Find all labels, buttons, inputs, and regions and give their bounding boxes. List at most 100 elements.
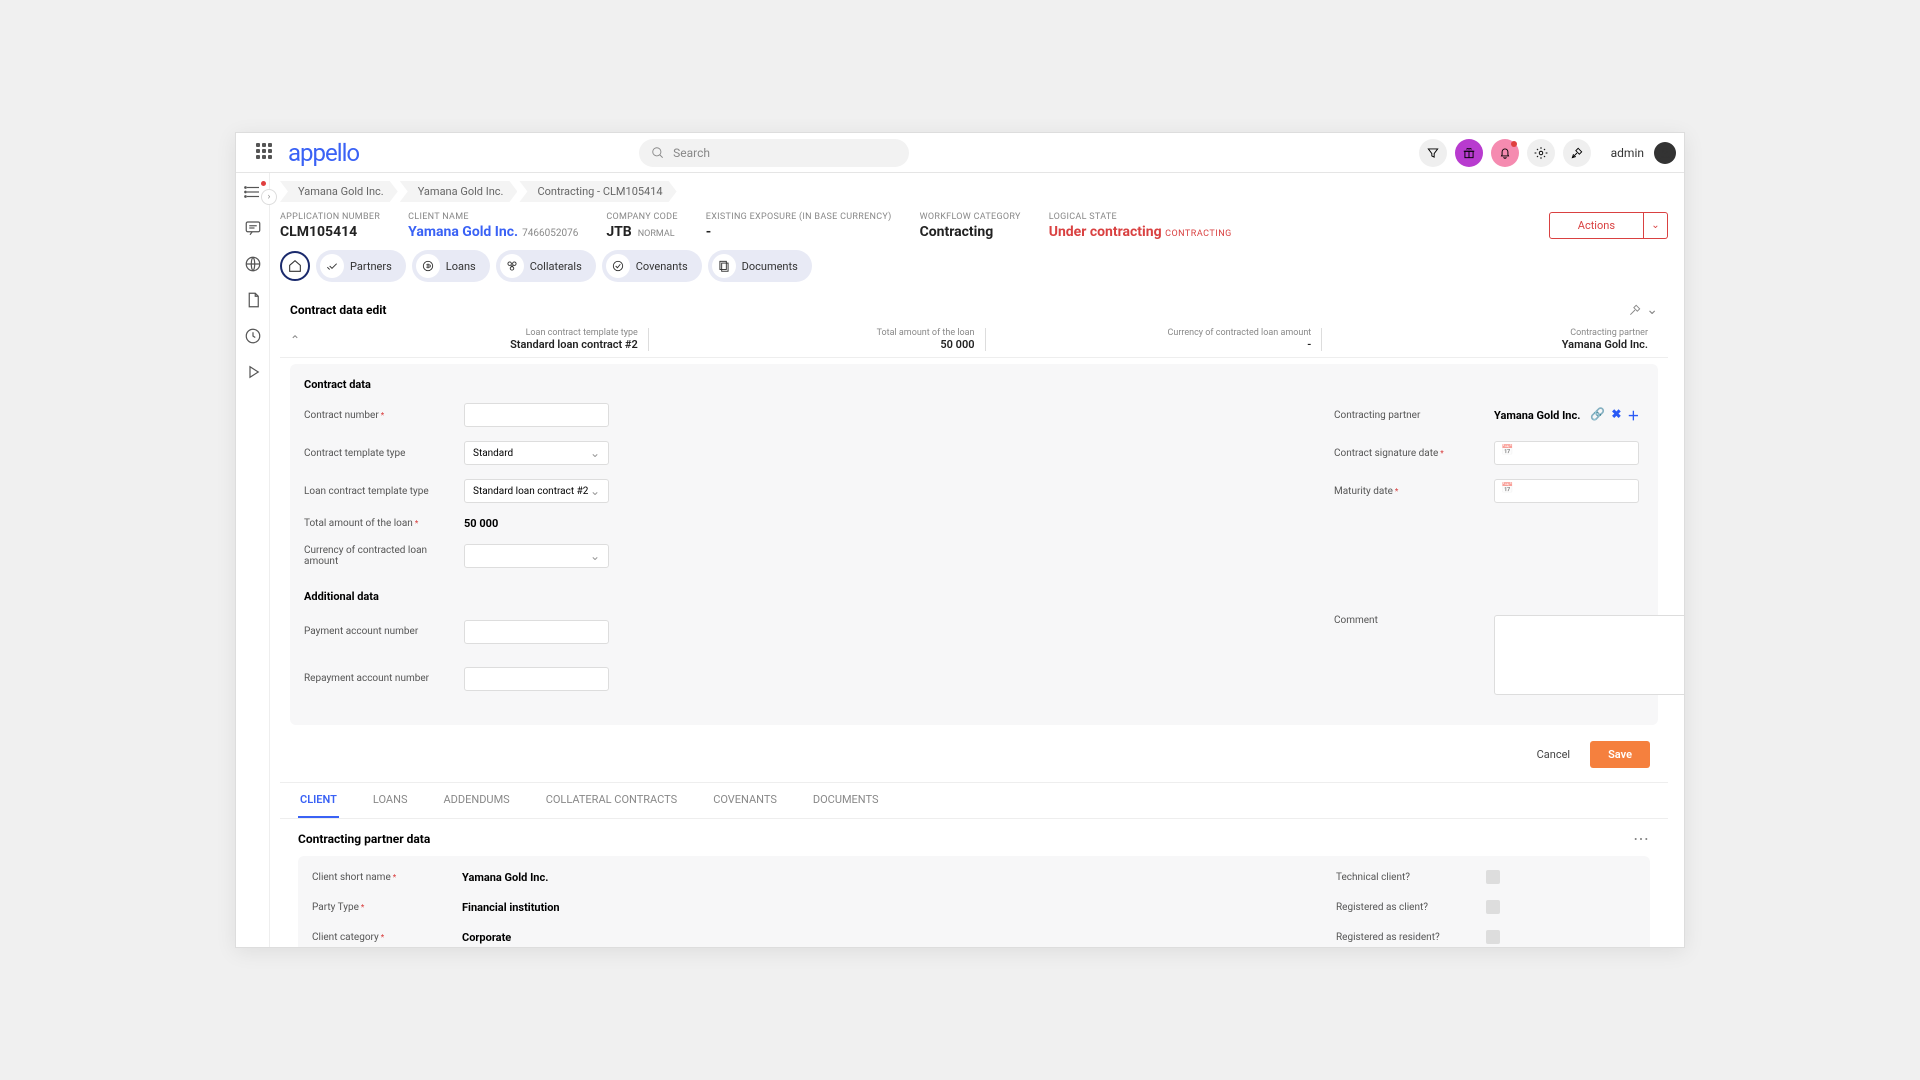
tab-client[interactable]: CLIENT bbox=[298, 783, 339, 818]
pill-documents[interactable]: Documents bbox=[708, 250, 812, 282]
app-number-label: APPLICATION NUMBER bbox=[280, 212, 380, 222]
button-row: Cancel Save bbox=[280, 731, 1668, 783]
search-input[interactable]: Search bbox=[639, 139, 909, 167]
topbar-right: admin bbox=[1419, 139, 1676, 167]
section-title-row: Contract data edit ⌄ bbox=[280, 296, 1668, 324]
apps-grid-icon[interactable] bbox=[256, 143, 276, 163]
tabs: CLIENT LOANS ADDENDUMS COLLATERAL CONTRA… bbox=[280, 783, 1668, 819]
user-area[interactable]: admin bbox=[1611, 142, 1676, 164]
pill-covenants[interactable]: Covenants bbox=[602, 250, 702, 282]
client-name-link[interactable]: Yamana Gold Inc.7466052076 bbox=[408, 224, 578, 240]
gear-icon[interactable] bbox=[1527, 139, 1555, 167]
tab-addendums[interactable]: ADDENDUMS bbox=[442, 783, 512, 818]
signature-date-input[interactable] bbox=[1494, 441, 1639, 465]
content-area: › Yamana Gold Inc. Yamana Gold Inc. Cont… bbox=[236, 173, 1684, 947]
pill-partners[interactable]: Partners bbox=[316, 250, 406, 282]
breadcrumb: Yamana Gold Inc. Yamana Gold Inc. Contra… bbox=[280, 181, 1668, 202]
gift-icon[interactable] bbox=[1455, 139, 1483, 167]
template-type-select[interactable]: Standard bbox=[464, 441, 609, 465]
tab-collateral[interactable]: COLLATERAL CONTRACTS bbox=[544, 783, 679, 818]
template-type-label: Contract template type bbox=[304, 448, 454, 459]
pill-loans[interactable]: Loans bbox=[412, 250, 490, 282]
short-name-label: Client short name bbox=[312, 872, 462, 883]
breadcrumb-item[interactable]: Yamana Gold Inc. bbox=[280, 181, 398, 202]
repayment-acc-input[interactable] bbox=[464, 667, 609, 691]
tab-documents[interactable]: DOCUMENTS bbox=[811, 783, 881, 818]
cancel-button[interactable]: Cancel bbox=[1527, 741, 1580, 768]
client-category-value: Corporate bbox=[462, 931, 662, 944]
maturity-date-input[interactable] bbox=[1494, 479, 1639, 503]
signature-date-label: Contract signature date bbox=[1334, 448, 1484, 459]
filter-icon[interactable] bbox=[1419, 139, 1447, 167]
client-name-label: CLIENT NAME bbox=[408, 212, 578, 222]
section-title: Contract data edit bbox=[290, 303, 386, 317]
workflow-category: Contracting bbox=[920, 224, 1021, 240]
form-heading-contract: Contract data bbox=[304, 378, 1644, 391]
contracting-partner-label: Contracting partner bbox=[1334, 410, 1484, 421]
client-category-label: Client category bbox=[312, 932, 462, 943]
client-section-title: Contracting partner data bbox=[298, 832, 430, 846]
actions-dropdown-icon[interactable]: ⌄ bbox=[1644, 212, 1668, 239]
partner-chip: Yamana Gold Inc. 🔗 ✖ ＋ bbox=[1494, 407, 1644, 424]
more-icon[interactable]: ⋯ bbox=[1633, 829, 1650, 848]
link-icon[interactable]: 🔗 bbox=[1590, 407, 1605, 424]
loan-template-select[interactable]: Standard loan contract #2 bbox=[464, 479, 609, 503]
loan-template-label: Loan contract template type bbox=[304, 486, 454, 497]
client-section: Contracting partner data ⋯ Client short … bbox=[280, 819, 1668, 947]
add-icon[interactable]: ＋ bbox=[1627, 407, 1639, 424]
rail-chat-icon[interactable] bbox=[244, 219, 262, 237]
total-amount-value: 50 000 bbox=[464, 517, 614, 530]
save-button[interactable]: Save bbox=[1590, 741, 1650, 768]
logical-state: Under contracting CONTRACTING bbox=[1049, 224, 1232, 240]
remove-icon[interactable]: ✖ bbox=[1611, 407, 1621, 424]
contract-number-input[interactable] bbox=[464, 403, 609, 427]
reg-resident-label: Registered as resident? bbox=[1336, 932, 1486, 943]
rail-clock-icon[interactable] bbox=[244, 327, 262, 345]
breadcrumb-item[interactable]: Yamana Gold Inc. bbox=[400, 181, 518, 202]
currency-select[interactable] bbox=[464, 544, 609, 568]
maturity-date-label: Maturity date bbox=[1334, 486, 1484, 497]
reg-client-checkbox[interactable] bbox=[1486, 900, 1500, 914]
total-amount-label: Total amount of the loan bbox=[304, 518, 454, 529]
payment-acc-label: Payment account number bbox=[304, 626, 454, 637]
payment-acc-input[interactable] bbox=[464, 620, 609, 644]
search-icon bbox=[651, 146, 665, 160]
comment-textarea[interactable] bbox=[1494, 615, 1684, 695]
rail-expand-icon[interactable]: › bbox=[261, 189, 277, 205]
section-settings-icon[interactable]: ⌄ bbox=[1628, 302, 1658, 318]
collapse-icon[interactable]: ⌃ bbox=[290, 333, 300, 347]
reg-client-label: Registered as client? bbox=[1336, 902, 1486, 913]
actions-button[interactable]: Actions bbox=[1549, 212, 1644, 239]
technical-client-checkbox[interactable] bbox=[1486, 870, 1500, 884]
header-row: APPLICATION NUMBER CLM105414 CLIENT NAME… bbox=[280, 208, 1668, 250]
party-type-label: Party Type bbox=[312, 902, 462, 913]
main-content: Yamana Gold Inc. Yamana Gold Inc. Contra… bbox=[270, 173, 1684, 947]
comment-label: Comment bbox=[1334, 615, 1484, 626]
pill-home[interactable] bbox=[280, 250, 310, 282]
form-heading-additional: Additional data bbox=[304, 590, 1644, 603]
company-code-label: COMPANY CODE bbox=[606, 212, 677, 222]
tab-covenants[interactable]: COVENANTS bbox=[711, 783, 779, 818]
rail-globe-icon[interactable] bbox=[244, 255, 262, 273]
rail-doc-icon[interactable] bbox=[244, 291, 262, 309]
rail-play-icon[interactable] bbox=[244, 363, 262, 381]
exposure: - bbox=[706, 224, 892, 240]
nav-pills: Partners Loans Collaterals Covenants Doc… bbox=[280, 250, 1668, 282]
tab-loans[interactable]: LOANS bbox=[371, 783, 410, 818]
reg-resident-checkbox[interactable] bbox=[1486, 930, 1500, 944]
summary-row: ⌃ Loan contract template typeStandard lo… bbox=[280, 324, 1668, 358]
app-frame: appello Search admin › bbox=[235, 132, 1685, 948]
app-number: CLM105414 bbox=[280, 224, 380, 240]
tools-icon[interactable] bbox=[1563, 139, 1591, 167]
breadcrumb-item[interactable]: Contracting - CLM105414 bbox=[519, 181, 676, 202]
bell-icon[interactable] bbox=[1491, 139, 1519, 167]
company-code: JTBNORMAL bbox=[606, 224, 677, 240]
short-name-value: Yamana Gold Inc. bbox=[462, 871, 662, 884]
contract-number-label: Contract number bbox=[304, 410, 454, 421]
form-panel: Contract data Contract number Contractin… bbox=[290, 364, 1658, 725]
currency-label: Currency of contracted loan amount bbox=[304, 545, 454, 567]
rail-tasks-icon[interactable] bbox=[244, 183, 262, 201]
pill-collaterals[interactable]: Collaterals bbox=[496, 250, 596, 282]
repayment-acc-label: Repayment account number bbox=[304, 673, 454, 684]
workflow-label: WORKFLOW CATEGORY bbox=[920, 212, 1021, 222]
